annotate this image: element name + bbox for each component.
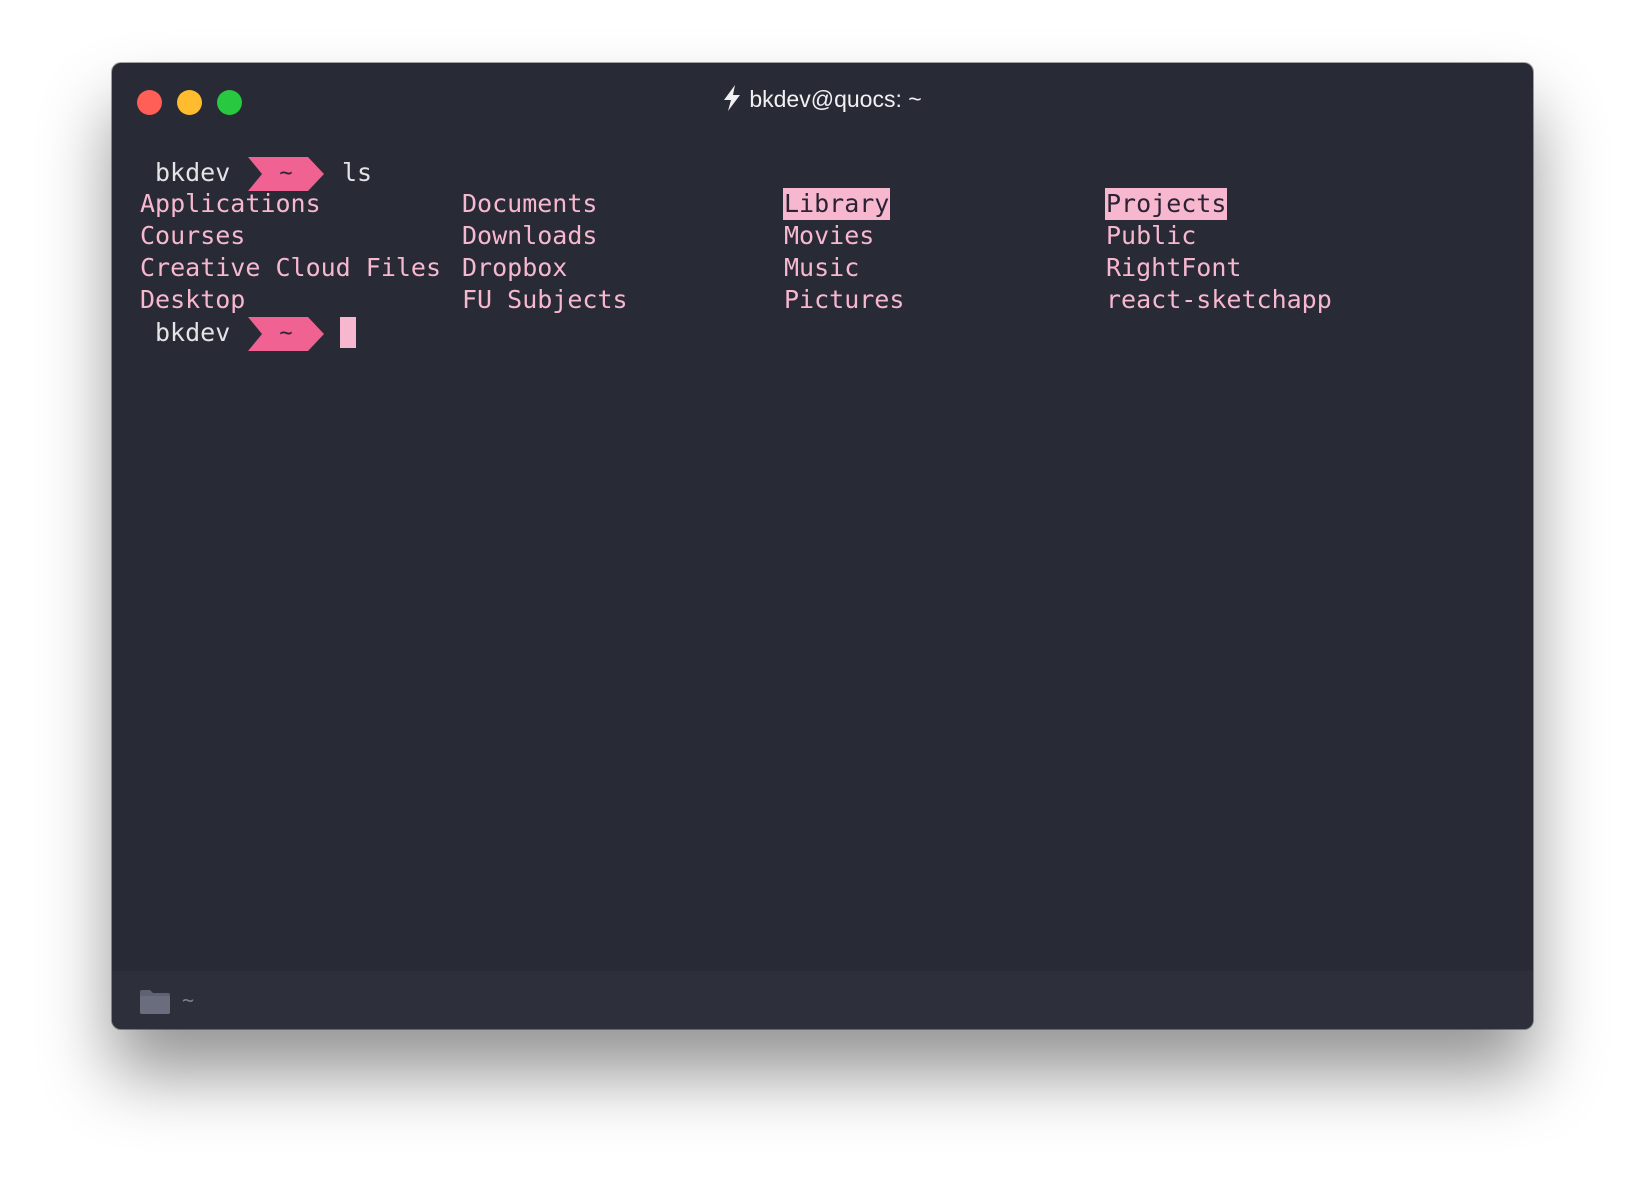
file-entry: Downloads	[462, 221, 598, 250]
file-entry: react-sketchapp	[1106, 285, 1332, 314]
prompt-directory: ~	[279, 161, 293, 186]
window-title: bkdev@quocs: ~	[112, 83, 1533, 119]
title-bar: bkdev@quocs: ~	[112, 63, 1533, 135]
file-entry-highlighted: Library	[783, 188, 891, 220]
window-title-text: bkdev@quocs: ~	[749, 86, 922, 112]
text-cursor[interactable]	[340, 317, 356, 348]
file-entry: Applications	[140, 189, 321, 218]
status-path: ~	[182, 988, 195, 1012]
file-entry: Courses	[140, 221, 246, 250]
file-entry: RightFont	[1106, 253, 1242, 282]
file-entry: Music	[784, 253, 860, 282]
file-entry: Creative Cloud Files	[140, 253, 442, 282]
prompt-user: bkdev	[155, 318, 231, 347]
file-entry-highlighted: Projects	[1105, 188, 1228, 220]
prompt-directory: ~	[279, 321, 293, 346]
file-entry: Pictures	[784, 285, 905, 314]
prompt-line: bkdev ~	[140, 317, 1480, 351]
folder-icon	[140, 990, 170, 1019]
prompt-user: bkdev	[155, 158, 231, 187]
file-entry: Desktop	[140, 285, 246, 314]
prompt-line: bkdev ~ ls	[140, 157, 1480, 191]
file-entry: Movies	[784, 221, 875, 250]
file-entry: Dropbox	[462, 253, 568, 282]
lightning-bolt-icon	[723, 85, 741, 119]
file-entry: FU Subjects	[462, 285, 628, 314]
file-entry: Documents	[462, 189, 598, 218]
terminal-window: bkdev@quocs: ~ bkdev ~ ls Applications C…	[112, 63, 1533, 1029]
prompt-directory-segment: ~	[248, 317, 324, 351]
prompt-directory-segment: ~	[248, 157, 324, 191]
status-bar: ~	[112, 971, 1533, 1029]
file-entry: Public	[1106, 221, 1197, 250]
prompt-command: ls	[342, 158, 373, 187]
